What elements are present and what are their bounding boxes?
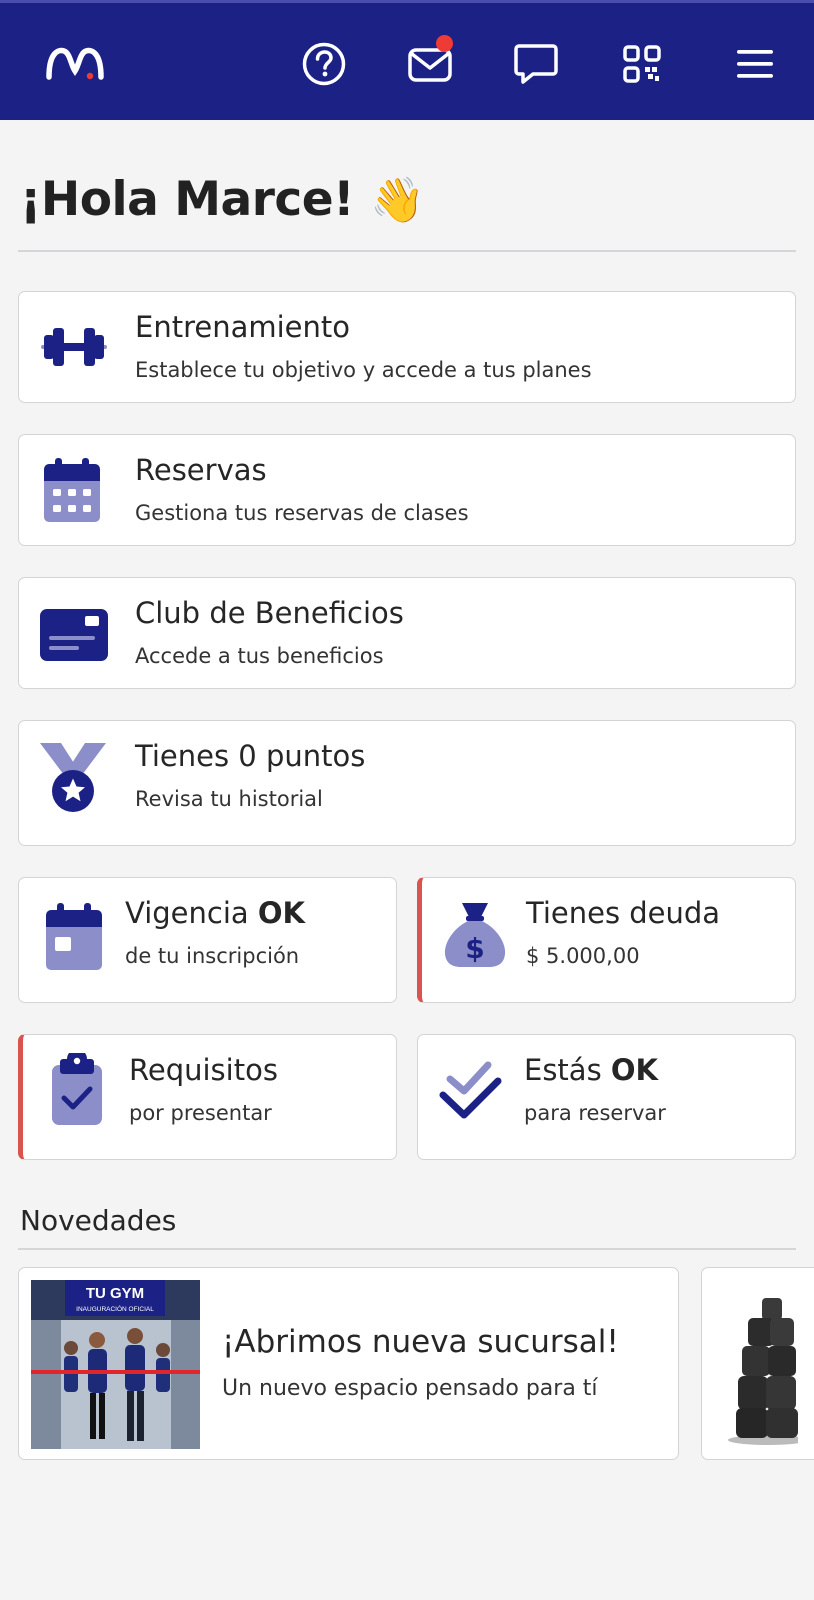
reservations-card[interactable]: Reservas Gestiona tus reservas de clases xyxy=(18,434,796,546)
benefits-subtitle: Accede a tus beneficios xyxy=(135,644,384,668)
menu-icon[interactable] xyxy=(730,39,780,89)
debt-card[interactable]: $ Tienes deuda $ 5.000,00 xyxy=(417,877,796,1003)
notification-badge xyxy=(436,35,453,52)
divider xyxy=(18,250,796,252)
booking-status-card[interactable]: Estás OK para reservar xyxy=(417,1034,796,1160)
medal-icon xyxy=(39,741,107,813)
mail-icon[interactable] xyxy=(405,35,455,89)
requirements-card[interactable]: Requisitos por presentar xyxy=(18,1034,397,1160)
benefits-card[interactable]: Club de Beneficios Accede a tus benefici… xyxy=(18,577,796,689)
greeting-text: ¡Hola Marce! xyxy=(20,172,355,227)
calendar-grid-icon xyxy=(41,457,103,523)
validity-title: Vigencia OK xyxy=(125,896,306,930)
news-image-caption: INAUGURACIÓN OFICIAL xyxy=(76,1304,154,1313)
validity-subtitle: de tu inscripción xyxy=(125,944,300,968)
points-title: Tienes 0 puntos xyxy=(135,739,366,773)
booking-status-subtitle: para reservar xyxy=(524,1101,666,1125)
news-card[interactable]: TU GYM INAUGURACIÓN OFICIAL ¡Abrimos nue… xyxy=(18,1267,679,1460)
svg-text:$: $ xyxy=(465,932,484,965)
training-title: Entrenamiento xyxy=(135,310,350,344)
debt-amount: $ 5.000,00 xyxy=(526,944,640,968)
training-subtitle: Establece tu objetivo y accede a tus pla… xyxy=(135,358,592,382)
debt-title: Tienes deuda xyxy=(526,896,721,930)
news-subtitle: Un nuevo espacio pensado para tí xyxy=(222,1376,598,1401)
booking-status-title: Estás OK xyxy=(524,1053,659,1087)
news-card[interactable] xyxy=(701,1267,814,1460)
points-subtitle: Revisa tu historial xyxy=(135,787,323,811)
news-image xyxy=(718,1280,798,1449)
calendar-icon xyxy=(43,902,105,972)
app-logo[interactable] xyxy=(44,43,106,85)
news-title: ¡Abrimos nueva sucursal! xyxy=(222,1324,619,1360)
training-card[interactable]: Entrenamiento Establece tu objetivo y ac… xyxy=(18,291,796,403)
chat-icon[interactable] xyxy=(511,39,561,89)
validity-card[interactable]: Vigencia OK de tu inscripción xyxy=(18,877,397,1003)
points-card[interactable]: Tienes 0 puntos Revisa tu historial xyxy=(18,720,796,846)
credit-card-icon xyxy=(39,608,109,662)
news-section-title: Novedades xyxy=(20,1204,177,1237)
waving-hand-icon: 👋 xyxy=(370,174,425,226)
help-icon[interactable] xyxy=(299,39,349,89)
requirements-title: Requisitos xyxy=(129,1053,278,1087)
benefits-title: Club de Beneficios xyxy=(135,596,404,630)
dumbbell-icon xyxy=(39,322,109,372)
top-bar xyxy=(0,0,814,120)
divider xyxy=(18,1248,796,1250)
reservations-title: Reservas xyxy=(135,453,267,487)
requirements-subtitle: por presentar xyxy=(129,1101,272,1125)
money-bag-icon: $ xyxy=(442,900,508,970)
clipboard-check-icon xyxy=(49,1053,105,1127)
reservations-subtitle: Gestiona tus reservas de clases xyxy=(135,501,469,525)
qr-code-icon[interactable] xyxy=(617,39,667,89)
news-image-banner: TU GYM xyxy=(86,1285,144,1302)
news-image: TU GYM INAUGURACIÓN OFICIAL xyxy=(31,1280,200,1449)
double-check-icon xyxy=(438,1059,504,1123)
greeting: ¡Hola Marce! 👋 xyxy=(20,172,425,227)
